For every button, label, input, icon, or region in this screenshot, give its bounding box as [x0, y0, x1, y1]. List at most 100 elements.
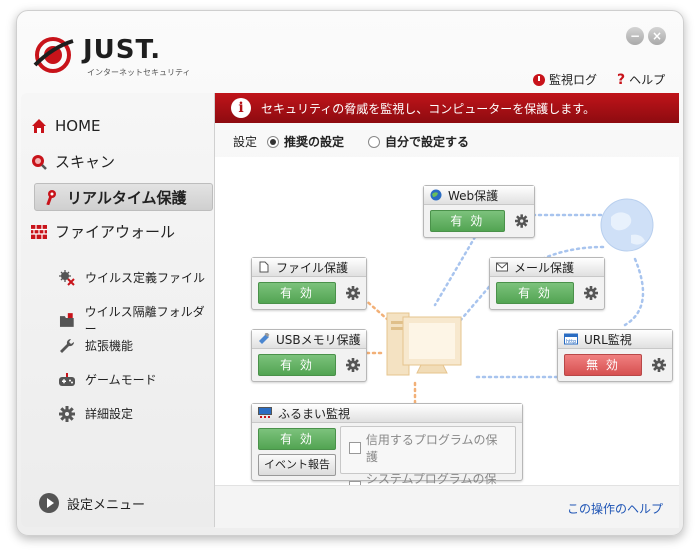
app-window: JUST. インターネットセキュリティ − × 監視ログ ? ヘルプ HOME … — [16, 10, 684, 536]
web-protection-toggle[interactable]: 有 効 — [430, 210, 505, 232]
behavior-monitor-icon — [258, 407, 272, 418]
sidebar-sub-label: 詳細設定 — [85, 407, 134, 421]
card-title-text: Web保護 — [448, 188, 499, 203]
play-icon — [39, 493, 59, 513]
file-protection-settings-gear-icon[interactable] — [346, 286, 360, 300]
sidebar-sub-label: 拡張機能 — [85, 339, 134, 353]
url-monitoring-toggle[interactable]: 無 効 — [564, 354, 642, 376]
sidebar-sub-quarantine[interactable]: ウイルス隔離フォルダー — [59, 303, 214, 337]
file-protection-toggle[interactable]: 有 効 — [258, 282, 336, 304]
sidebar: HOME スキャン リアルタイム保護 ファイアウォール ウイルス定義ファイル ウ… — [21, 93, 215, 527]
globe-small-icon — [430, 189, 442, 201]
behavior-monitoring-title: ふるまい監視 — [252, 404, 522, 423]
monitor-log-label: 監視ログ — [549, 73, 598, 87]
behavior-monitoring-toggle[interactable]: 有 効 — [258, 428, 336, 450]
checkbox-label: 信用するプログラムの保護 — [365, 433, 498, 464]
url-monitoring-title: http URL監視 — [558, 330, 672, 349]
mail-protection-card: メール保護 有 効 — [489, 257, 605, 310]
card-title-text: ファイル保護 — [276, 260, 349, 275]
sidebar-item-firewall[interactable]: ファイアウォール — [31, 221, 175, 242]
mail-protection-title: メール保護 — [490, 258, 604, 277]
main-footer: この操作のヘルプ — [215, 485, 679, 528]
file-protection-title: ファイル保護 — [252, 258, 366, 277]
sidebar-item-realtime-protection[interactable]: リアルタイム保護 — [34, 183, 213, 211]
close-button[interactable]: × — [648, 27, 666, 45]
sidebar-sub-label: ゲームモード — [85, 373, 157, 387]
globe-icon — [600, 198, 654, 252]
mail-protection-toggle[interactable]: 有 効 — [496, 282, 574, 304]
usb-protection-toggle[interactable]: 有 効 — [258, 354, 336, 376]
sidebar-sub-advanced-settings[interactable]: 詳細設定 — [59, 405, 133, 422]
settings-label: 設定 — [233, 135, 258, 149]
sidebar-item-label: HOME — [55, 117, 101, 135]
card-title-text: メール保護 — [514, 260, 575, 275]
usb-icon — [259, 333, 270, 344]
gamepad-icon — [59, 372, 75, 386]
url-monitoring-settings-gear-icon[interactable] — [652, 358, 666, 372]
sidebar-sub-label: ウイルス隔離フォルダー — [84, 305, 205, 336]
mail-protection-settings-gear-icon[interactable] — [584, 286, 598, 300]
web-protection-card: Web保護 有 効 — [423, 185, 535, 238]
radio-custom-settings[interactable]: 自分で設定する — [368, 133, 469, 150]
question-icon: ? — [617, 71, 626, 88]
settings-menu-button[interactable]: 設定メニュー — [39, 493, 145, 513]
help-label: ヘルプ — [629, 73, 666, 87]
radio-recommended-label: 推奨の設定 — [284, 135, 345, 149]
usb-protection-settings-gear-icon[interactable] — [346, 358, 360, 372]
operation-help-link[interactable]: この操作のヘルプ — [567, 500, 663, 517]
help-link[interactable]: ? ヘルプ — [617, 71, 665, 88]
sidebar-sub-label: ウイルス定義ファイル — [85, 271, 206, 285]
just-logo: JUST. インターネットセキュリティ — [31, 35, 231, 79]
minimize-button[interactable]: − — [626, 27, 644, 45]
computer-icon — [386, 312, 462, 376]
event-report-button[interactable]: イベント報告 — [258, 454, 336, 476]
card-title-text: ふるまい監視 — [278, 406, 351, 421]
banner-text: セキュリティの脅威を監視し、コンピューターを保護します。 — [261, 101, 596, 116]
sidebar-item-label: ファイアウォール — [55, 223, 176, 241]
sidebar-sub-virus-definitions[interactable]: ウイルス定義ファイル — [59, 269, 205, 286]
quarantine-folder-icon — [59, 313, 74, 327]
info-icon: i — [231, 98, 251, 118]
svg-text:http: http — [566, 339, 576, 345]
radio-recommended-settings[interactable]: 推奨の設定 — [267, 133, 344, 150]
virus-definition-icon — [59, 269, 75, 286]
sidebar-item-scan[interactable]: スキャン — [31, 151, 115, 172]
settings-menu-label: 設定メニュー — [67, 497, 146, 513]
web-protection-title: Web保護 — [424, 186, 534, 205]
card-title-text: URL監視 — [584, 332, 632, 347]
sidebar-sub-game-mode[interactable]: ゲームモード — [59, 371, 157, 388]
sidebar-item-label: スキャン — [55, 153, 116, 171]
usb-protection-card: USBメモリ保護 有 効 — [251, 329, 367, 382]
radio-unchecked-icon — [368, 135, 381, 148]
gear-icon — [59, 405, 75, 422]
clock-icon — [533, 73, 545, 86]
file-protection-card: ファイル保護 有 効 — [251, 257, 367, 310]
info-banner: i セキュリティの脅威を監視し、コンピューターを保護します。 — [215, 93, 679, 123]
wrench-icon — [60, 338, 75, 353]
card-title-text: USBメモリ保護 — [276, 332, 361, 347]
logo-subtitle: インターネットセキュリティ — [87, 68, 191, 77]
monitor-log-link[interactable]: 監視ログ — [533, 71, 597, 88]
usb-protection-title: USBメモリ保護 — [252, 330, 366, 349]
protection-diagram: Web保護 有 効 ファイル保護 有 効 メール保護 有 効 USBメモリ保護 … — [215, 157, 679, 503]
trusted-program-protection-checkbox[interactable]: 信用するプログラムの保護 — [349, 431, 507, 465]
scan-icon — [32, 154, 47, 170]
sidebar-item-home[interactable]: HOME — [31, 117, 101, 135]
web-protection-settings-gear-icon[interactable] — [514, 214, 528, 228]
file-icon — [259, 261, 269, 273]
firewall-icon — [31, 224, 47, 239]
home-icon — [32, 119, 46, 133]
sidebar-sub-extensions[interactable]: 拡張機能 — [59, 337, 133, 354]
http-icon: http — [564, 333, 578, 345]
radio-checked-icon — [267, 135, 280, 148]
logo-wordmark: JUST. — [83, 35, 162, 65]
mail-icon — [496, 262, 508, 272]
checkbox-unchecked-icon — [349, 442, 361, 454]
logo-mark-icon — [33, 37, 74, 73]
url-monitoring-card: http URL監視 無 効 — [557, 329, 673, 382]
sidebar-item-label: リアルタイム保護 — [67, 188, 187, 207]
settings-row: 設定 推奨の設定 自分で設定する — [233, 133, 469, 150]
key-icon — [46, 190, 56, 205]
radio-custom-label: 自分で設定する — [385, 135, 470, 149]
behavior-monitoring-card: ふるまい監視 有 効 イベント報告 信用するプログラムの保護 システムプログラム… — [251, 403, 523, 503]
